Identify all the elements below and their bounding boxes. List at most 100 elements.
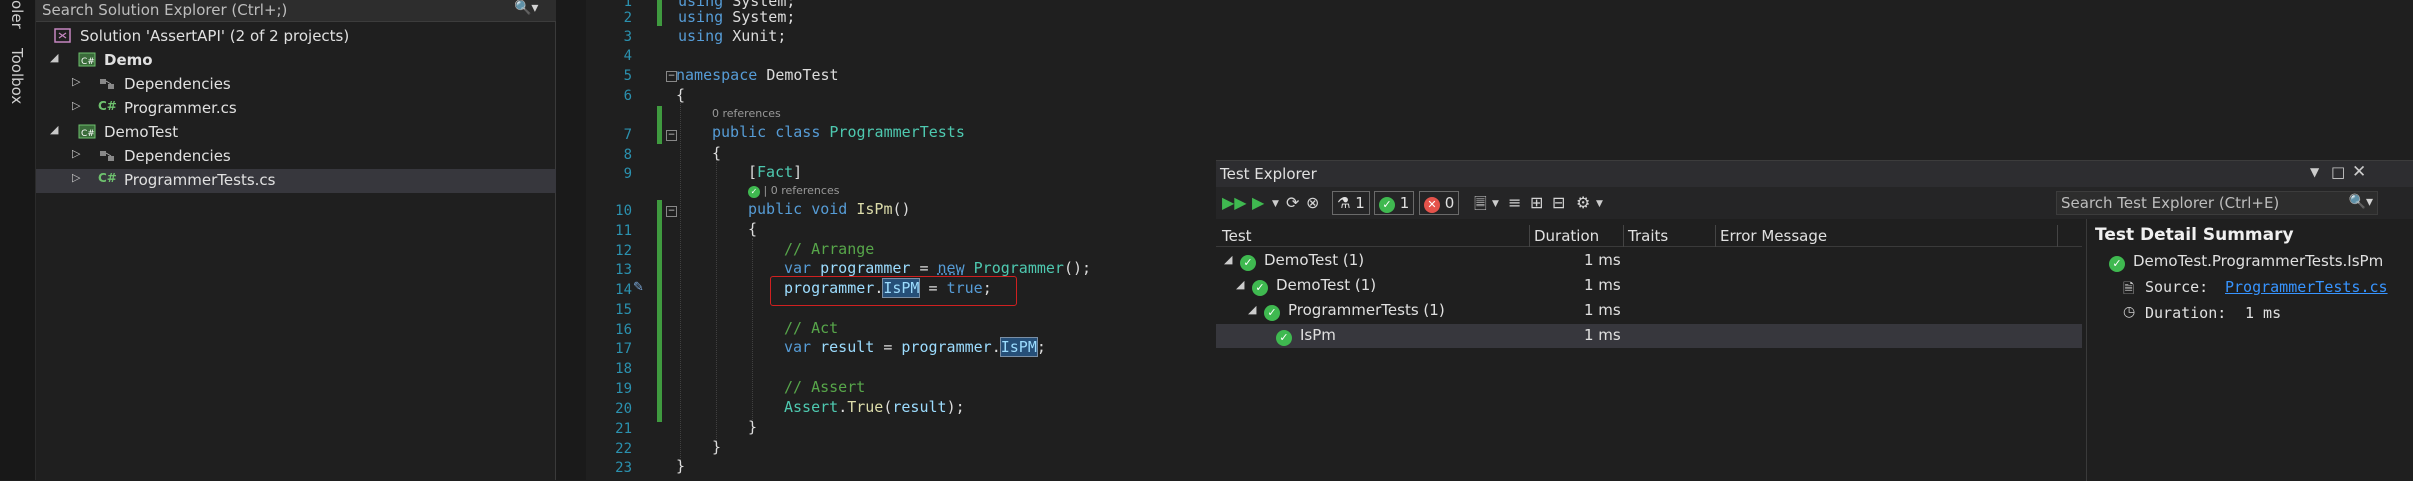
tree-item-demotest-dependencies[interactable]: ▷ Dependencies <box>36 145 556 169</box>
code-line: using System; <box>678 8 796 26</box>
collapse-arrow-icon[interactable]: ▷ <box>72 99 80 112</box>
tree-item-demo[interactable]: ◢ C# Demo <box>36 49 556 73</box>
collapse-all-icon[interactable]: ⊟ <box>1552 193 1565 212</box>
detail-title: Test Detail Summary <box>2095 225 2294 245</box>
chevron-down-icon[interactable]: ▼ <box>1596 199 1603 209</box>
collapse-region-icon[interactable]: − <box>666 206 677 217</box>
indent-guide <box>716 160 717 445</box>
test-search-box[interactable]: Search Test Explorer (Ctrl+E) 🔍▾ <box>2056 191 2378 215</box>
chevron-down-icon[interactable]: ▼ <box>1492 199 1499 209</box>
line-number: 7 <box>623 127 632 143</box>
detail-source-link[interactable]: ProgrammerTests.cs <box>2225 278 2388 296</box>
refresh-icon[interactable]: ⟳ <box>1286 193 1299 212</box>
indent-guide <box>752 238 753 428</box>
search-icon[interactable]: 🔍▾ <box>2349 194 2373 210</box>
line-number: 1 <box>623 0 632 10</box>
code-line: public void IsPm() <box>748 200 911 218</box>
line-number: 8 <box>623 147 632 163</box>
line-number: 5 <box>623 68 632 84</box>
column-divider[interactable] <box>2057 225 2058 247</box>
code-editor[interactable]: 1 2 3 4 5 6 7 8 9 10 11 12 13 14 15 16 1… <box>586 0 1216 480</box>
line-number: 23 <box>615 460 632 476</box>
test-row[interactable]: ◢ ✓ ProgrammerTests (1) 1 ms <box>1216 299 2082 323</box>
tab-solution-explorer[interactable]: oler <box>8 0 26 29</box>
test-duration: 1 ms <box>1584 251 1621 269</box>
solution-search-box[interactable]: Search Solution Explorer (Ctrl+;) 🔍▾ <box>36 0 556 22</box>
playlist-icon[interactable]: 🗏 <box>1474 193 1487 220</box>
failed-tests-counter[interactable]: ✕ 0 <box>1419 191 1460 215</box>
line-number: 18 <box>615 361 632 377</box>
tree-item-label: Dependencies <box>124 75 231 93</box>
tree-item-programmertests-cs[interactable]: ▷ C# ProgrammerTests.cs <box>36 169 556 193</box>
line-number: 3 <box>623 29 632 45</box>
codelens-test-status[interactable]: ✓ | 0 references <box>748 184 839 198</box>
code-line: var result = programmer.IsPM; <box>784 337 1046 357</box>
expand-arrow-icon[interactable]: ◢ <box>1224 253 1232 266</box>
expand-arrow-icon[interactable]: ◢ <box>50 123 58 136</box>
line-number: 11 <box>615 223 632 239</box>
search-icon[interactable]: 🔍▾ <box>514 0 552 22</box>
column-divider[interactable] <box>1529 225 1530 247</box>
expand-arrow-icon[interactable]: ◢ <box>1248 303 1256 316</box>
test-list-header: Test Duration Traits Error Message <box>1216 225 2082 247</box>
tab-toolbox[interactable]: Toolbox <box>8 48 26 104</box>
code-line: } <box>712 438 722 456</box>
test-explorer: Test Explorer ▼ □ ✕ ▶▶ ▶ ▼ ⟳ ⊗ ⚗ 1 ✓ 1 ✕… <box>1216 160 2413 481</box>
close-icon[interactable]: ✕ <box>2352 162 2366 182</box>
solution-explorer: Search Solution Explorer (Ctrl+;) 🔍▾ Sol… <box>36 0 556 480</box>
codelens-references[interactable]: 0 references <box>712 107 781 120</box>
cancel-icon[interactable]: ⊗ <box>1306 193 1319 212</box>
column-error-message[interactable]: Error Message <box>1720 227 1827 245</box>
expand-arrow-icon[interactable]: ◢ <box>50 51 58 64</box>
code-line: } <box>748 418 758 436</box>
code-line: [Fact] <box>748 163 803 181</box>
group-by-icon[interactable]: ≡ <box>1508 193 1521 212</box>
tree-item-label: ProgrammerTests.cs <box>124 171 276 189</box>
collapse-arrow-icon[interactable]: ▷ <box>72 75 80 88</box>
column-divider[interactable] <box>1623 225 1624 247</box>
indent-guide <box>680 103 681 468</box>
code-comment: // Act <box>784 319 839 337</box>
quick-action-icon[interactable]: ✎ <box>633 280 644 295</box>
column-duration[interactable]: Duration <box>1534 227 1599 245</box>
test-row[interactable]: ◢ ✓ DemoTest (1) 1 ms <box>1216 249 2082 273</box>
gear-icon[interactable]: ⚙ <box>1576 193 1590 212</box>
tree-item-solution[interactable]: Solution 'AssertAPI' (2 of 2 projects) <box>36 25 556 49</box>
solution-search-input[interactable]: Search Solution Explorer (Ctrl+;) <box>42 1 287 19</box>
passed-icon: ✓ <box>2109 256 2125 272</box>
line-number: 17 <box>615 341 632 357</box>
collapse-region-icon[interactable]: − <box>666 130 677 141</box>
maximize-icon[interactable]: □ <box>2331 163 2345 181</box>
tree-item-demo-dependencies[interactable]: ▷ Dependencies <box>36 73 556 97</box>
line-number: 20 <box>615 401 632 417</box>
column-test[interactable]: Test <box>1222 227 1252 245</box>
run-all-icon[interactable]: ▶▶ <box>1222 193 1247 212</box>
run-icon[interactable]: ▶ <box>1252 193 1264 212</box>
splitter[interactable] <box>556 0 586 480</box>
window-menu-icon[interactable]: ▼ <box>2310 165 2319 179</box>
passed-icon: ✓ <box>748 186 760 198</box>
line-number: 22 <box>615 441 632 457</box>
column-divider[interactable] <box>1715 225 1716 247</box>
tree-item-demotest[interactable]: ◢ C# DemoTest <box>36 121 556 145</box>
tree-item-programmer-cs[interactable]: ▷ C# Programmer.cs <box>36 97 556 121</box>
expand-arrow-icon[interactable]: ◢ <box>1236 278 1244 291</box>
test-search-input[interactable]: Search Test Explorer (Ctrl+E) <box>2061 194 2279 212</box>
expand-all-icon[interactable]: ⊞ <box>1530 193 1543 212</box>
test-row-selected[interactable]: ✓ IsPm 1 ms <box>1216 324 2082 348</box>
passed-tests-counter[interactable]: ✓ 1 <box>1374 191 1415 215</box>
column-traits[interactable]: Traits <box>1628 227 1668 245</box>
total-tests-counter[interactable]: ⚗ 1 <box>1332 191 1370 215</box>
test-duration: 1 ms <box>1584 326 1621 344</box>
test-explorer-toolbar: ▶▶ ▶ ▼ ⟳ ⊗ ⚗ 1 ✓ 1 ✕ 0 🗏 ▼ ≡ ⊞ ⊟ ⚙ ▼ Sea… <box>1216 187 2413 219</box>
collapse-arrow-icon[interactable]: ▷ <box>72 171 80 184</box>
passed-icon: ✓ <box>1379 197 1395 213</box>
detail-test-name: DemoTest.ProgrammerTests.IsPm <box>2133 252 2384 270</box>
test-explorer-title: Test Explorer <box>1220 165 1317 183</box>
chevron-down-icon[interactable]: ▼ <box>1272 199 1279 209</box>
csharp-project-icon: C# <box>78 51 98 69</box>
test-row[interactable]: ◢ ✓ DemoTest (1) 1 ms <box>1216 274 2082 298</box>
line-number: 10 <box>615 203 632 219</box>
collapse-arrow-icon[interactable]: ▷ <box>72 147 80 160</box>
tree-item-label: Demo <box>104 51 153 69</box>
